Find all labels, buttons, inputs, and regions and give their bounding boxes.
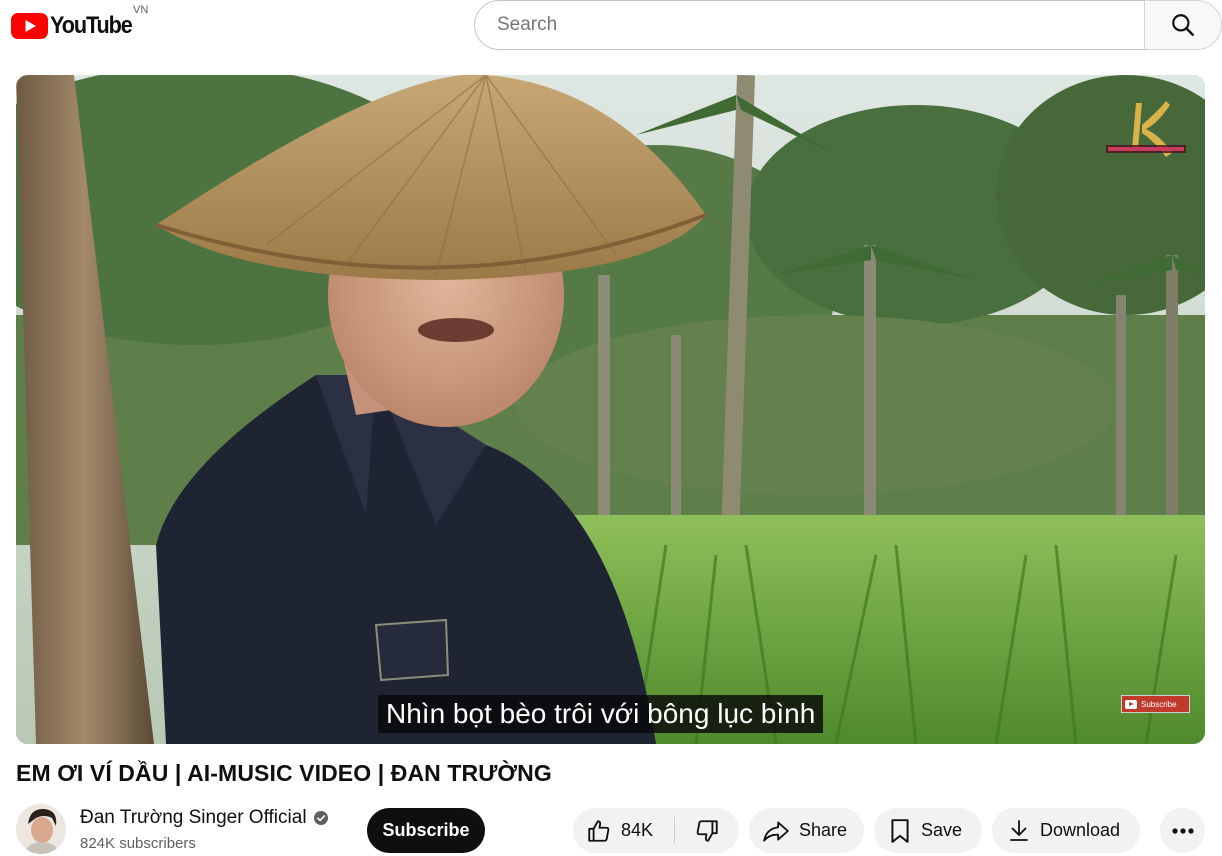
youtube-logo[interactable]: YouTube xyxy=(11,11,141,41)
video-player[interactable]: Subscribe Nhìn bọt bèo trôi với bông lục… xyxy=(16,75,1205,744)
thumbs-down-icon xyxy=(696,819,718,842)
download-icon xyxy=(1010,819,1028,841)
avatar-image xyxy=(16,804,66,854)
download-label: Download xyxy=(1040,820,1121,840)
download-button[interactable]: Download xyxy=(992,808,1140,853)
video-frame xyxy=(16,75,1205,744)
channel-name[interactable]: Đan Trường Singer Official xyxy=(80,807,328,829)
like-count: 84K xyxy=(621,820,654,840)
verified-badge-icon xyxy=(313,811,328,825)
subscribe-button[interactable]: Subscribe xyxy=(367,808,485,853)
save-button[interactable]: Save xyxy=(874,808,982,853)
subscribe-watermark-label: Subscribe xyxy=(1141,699,1177,709)
search-box xyxy=(474,0,1145,50)
save-label: Save xyxy=(921,820,963,840)
youtube-play-icon xyxy=(11,13,48,39)
share-button[interactable]: Share xyxy=(749,808,864,853)
masthead: YouTube VN xyxy=(0,0,1222,56)
search-icon xyxy=(1172,14,1194,36)
dislike-button[interactable] xyxy=(675,808,739,853)
search-input[interactable] xyxy=(495,1,1145,49)
youtube-mini-icon xyxy=(1125,699,1137,709)
video-title: EM ƠI VÍ DẦU | AI-MUSIC VIDEO | ĐAN TRƯỜ… xyxy=(16,760,552,786)
country-code: VN xyxy=(133,4,149,16)
video-caption: Nhìn bọt bèo trôi với bông lục bình xyxy=(378,695,824,733)
logo-text: YouTube xyxy=(50,12,133,39)
channel-watermark xyxy=(1106,101,1186,157)
channel-avatar[interactable] xyxy=(16,804,66,854)
more-actions-button[interactable] xyxy=(1160,808,1205,853)
subscribe-watermark[interactable]: Subscribe xyxy=(1121,695,1190,713)
like-button[interactable]: 84K xyxy=(573,808,674,853)
bookmark-icon xyxy=(891,818,909,843)
subscriber-count: 824K subscribers xyxy=(80,835,196,852)
channel-name-text: Đan Trường Singer Official xyxy=(80,807,307,828)
like-dislike-group: 84K xyxy=(573,808,739,853)
share-label: Share xyxy=(799,820,848,840)
share-icon xyxy=(763,820,789,842)
search-button[interactable] xyxy=(1144,0,1222,50)
more-horizontal-icon xyxy=(1171,827,1194,834)
thumbs-up-icon xyxy=(588,819,610,842)
